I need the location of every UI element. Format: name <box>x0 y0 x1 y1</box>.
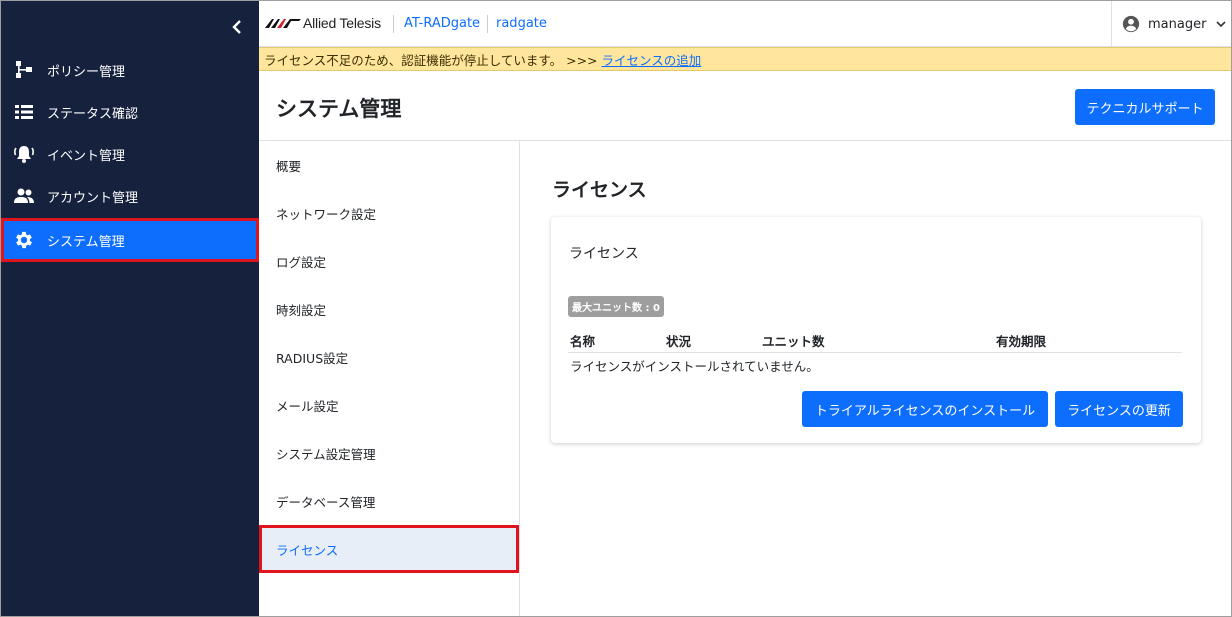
license-card: ライセンス 最大ユニット数 : 0 名称 状況 ユニット数 有効期限 ライセンス… <box>551 217 1201 443</box>
license-warning-banner: ライセンス不足のため、認証機能が停止しています。 >>> ライセンスの追加 <box>259 47 1231 71</box>
sidebar-item-label: アカウント管理 <box>47 190 139 206</box>
breadcrumb-host[interactable]: radgate <box>496 16 547 31</box>
subnav-item-license[interactable]: ライセンス <box>259 525 519 573</box>
license-table: 名称 状況 ユニット数 有効期限 ライセンスがインストールされていません。 <box>568 329 1182 378</box>
sidebar-item-status[interactable]: ステータス確認 <box>1 91 259 133</box>
subnav-item-log[interactable]: ログ設定 <box>259 237 519 285</box>
install-trial-license-button[interactable]: トライアルライセンスのインストール <box>802 391 1048 427</box>
sidebar-item-policy[interactable]: ポリシー管理 <box>1 49 259 91</box>
column-header-units: ユニット数 <box>760 329 994 353</box>
sidebar-nav: ポリシー管理 ステータス確認 イベント管理 アカウント管理 システム管理 <box>1 49 259 263</box>
page-title: システム管理 <box>276 97 402 121</box>
chevron-down-icon <box>1216 21 1227 28</box>
collapse-sidebar-button[interactable] <box>223 13 251 41</box>
column-header-status: 状況 <box>664 329 760 353</box>
user-circle-icon <box>1122 15 1140 33</box>
subnav-item-database[interactable]: データベース管理 <box>259 477 519 525</box>
page-header: システム管理 テクニカルサポート <box>259 71 1231 141</box>
sidebar-item-label: ポリシー管理 <box>47 64 126 80</box>
user-name: manager <box>1148 16 1207 32</box>
update-license-button[interactable]: ライセンスの更新 <box>1055 391 1183 427</box>
brand-logo[interactable]: Allied Telesis <box>265 15 381 31</box>
allied-telesis-logo-icon <box>265 19 301 28</box>
brand-name: Allied Telesis <box>303 15 381 31</box>
subnav-item-time[interactable]: 時刻設定 <box>259 285 519 333</box>
column-header-name: 名称 <box>568 329 664 353</box>
top-header: Allied Telesis AT-RADgate radgate manage… <box>259 1 1231 47</box>
table-header-row: 名称 状況 ユニット数 有効期限 <box>568 329 1182 353</box>
empty-table-message: ライセンスがインストールされていません。 <box>570 359 819 374</box>
breadcrumb-divider <box>393 15 394 33</box>
sidebar-item-label: イベント管理 <box>47 148 126 164</box>
card-title: ライセンス <box>569 246 639 262</box>
add-license-link[interactable]: ライセンスの追加 <box>602 50 702 69</box>
subnav-item-radius[interactable]: RADIUS設定 <box>259 333 519 381</box>
sidebar-item-label: ステータス確認 <box>47 106 139 122</box>
user-menu[interactable]: manager <box>1111 1 1231 47</box>
subnav-item-config[interactable]: システム設定管理 <box>259 429 519 477</box>
subnav-item-mail[interactable]: メール設定 <box>259 381 519 429</box>
people-icon <box>13 185 35 207</box>
main-content: ライセンス ライセンス 最大ユニット数 : 0 名称 状況 ユニット数 有効期限… <box>521 141 1231 616</box>
gear-icon <box>13 229 35 251</box>
bell-icon <box>13 143 35 165</box>
column-header-expiry: 有効期限 <box>994 329 1182 353</box>
table-row: ライセンスがインストールされていません。 <box>568 353 1182 379</box>
subnav-item-network[interactable]: ネットワーク設定 <box>259 189 519 237</box>
sidebar-item-events[interactable]: イベント管理 <box>1 133 259 175</box>
system-subnav: 概要 ネットワーク設定 ログ設定 時刻設定 RADIUS設定 メール設定 システ… <box>259 141 520 616</box>
sidebar: ポリシー管理 ステータス確認 イベント管理 アカウント管理 システム管理 <box>1 1 259 616</box>
sidebar-item-label: システム管理 <box>47 234 125 250</box>
technical-support-button[interactable]: テクニカルサポート <box>1075 89 1215 125</box>
list-icon <box>13 101 35 123</box>
section-title: ライセンス <box>552 179 647 201</box>
banner-message: ライセンス不足のため、認証機能が停止しています。 >>> <box>264 52 598 68</box>
sidebar-item-accounts[interactable]: アカウント管理 <box>1 175 259 217</box>
sidebar-item-system[interactable]: システム管理 <box>1 218 259 262</box>
subnav-item-overview[interactable]: 概要 <box>259 141 519 189</box>
breadcrumb-product[interactable]: AT-RADgate <box>404 16 480 31</box>
policy-tree-icon <box>13 59 35 81</box>
chevron-left-icon <box>232 20 241 34</box>
max-units-badge: 最大ユニット数 : 0 <box>568 296 664 317</box>
breadcrumb-divider <box>487 15 488 33</box>
